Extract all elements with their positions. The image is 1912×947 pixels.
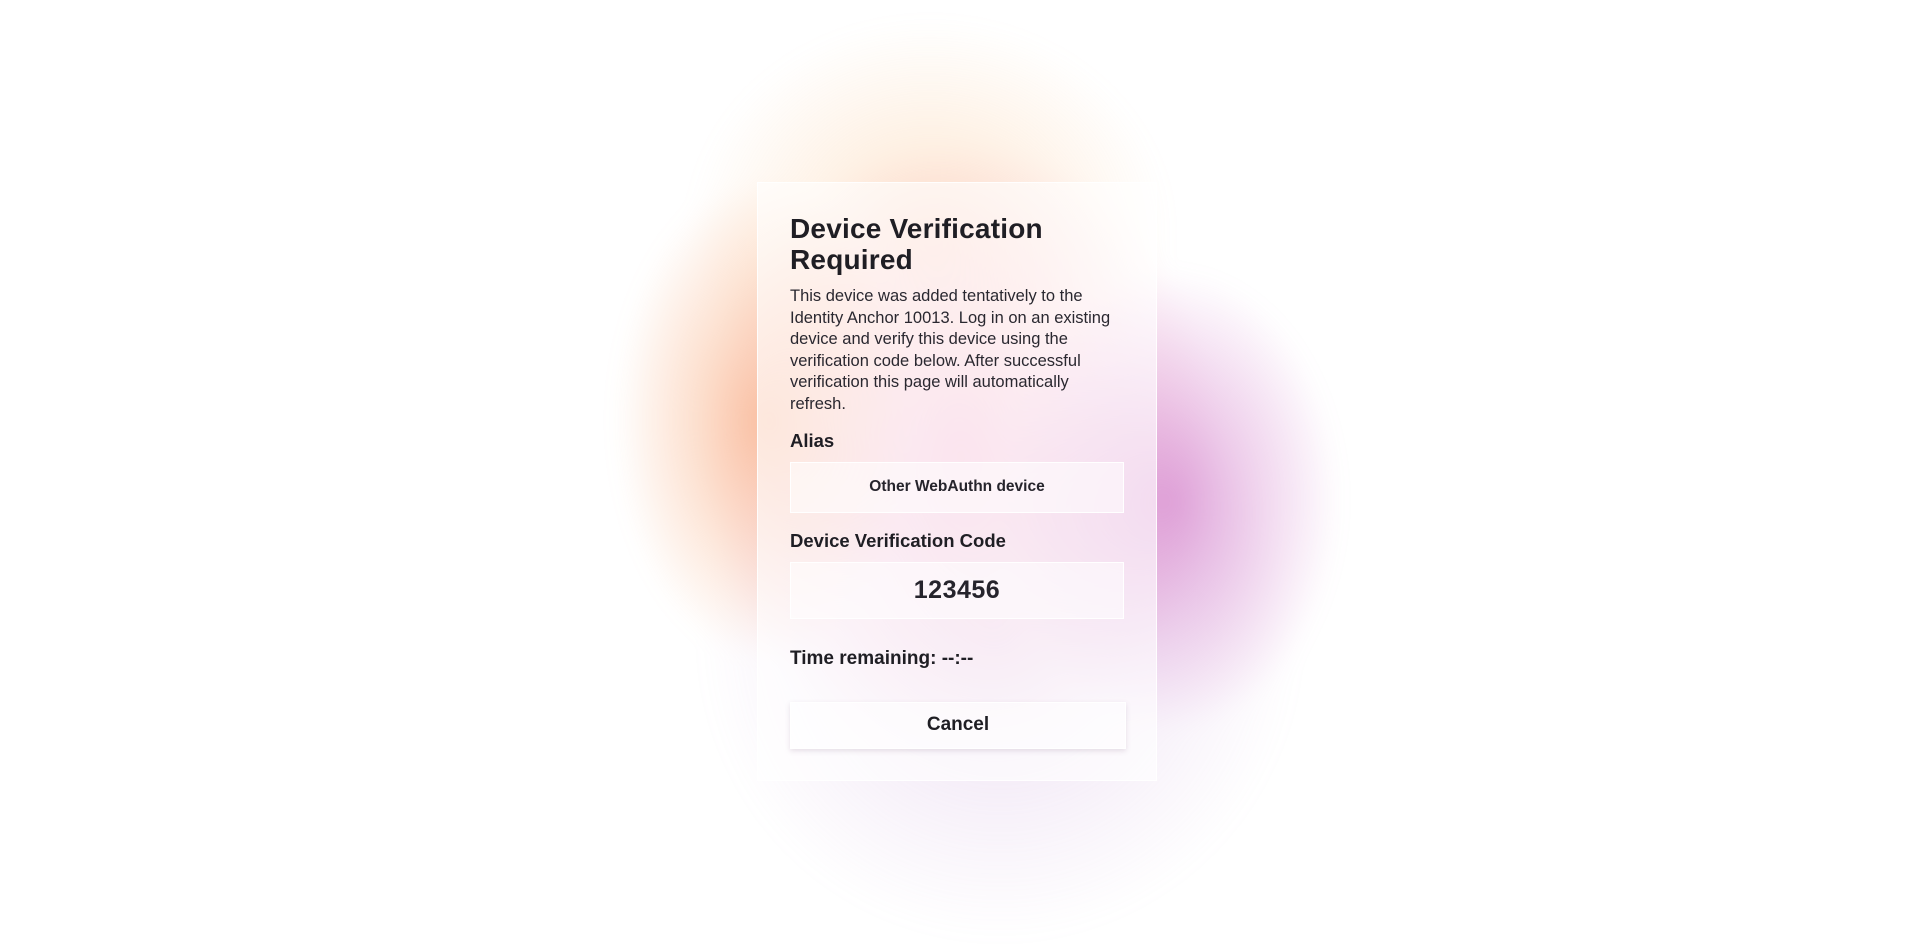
timer-label: Time remaining: — [790, 647, 937, 669]
page-title: Device Verification Required — [790, 213, 1043, 275]
verification-code-field: 123456 — [790, 561, 1124, 619]
alias-label: Alias — [790, 429, 835, 451]
time-remaining: Time remaining: --:-- — [790, 648, 1124, 670]
timer-value: --:-- — [941, 647, 974, 669]
verification-card: Device Verification Required This device… — [757, 182, 1157, 781]
page-background: Device Verification Required This device… — [0, 0, 1912, 947]
description-text: This device was added tentatively to the… — [790, 287, 1111, 413]
verification-code-label: Device Verification Code — [790, 529, 1006, 551]
alias-field: Other WebAuthn device — [790, 461, 1124, 513]
alias-value: Other WebAuthn device — [869, 478, 1045, 496]
cancel-button[interactable]: Cancel — [790, 701, 1126, 749]
verification-code-value: 123456 — [913, 575, 1001, 604]
